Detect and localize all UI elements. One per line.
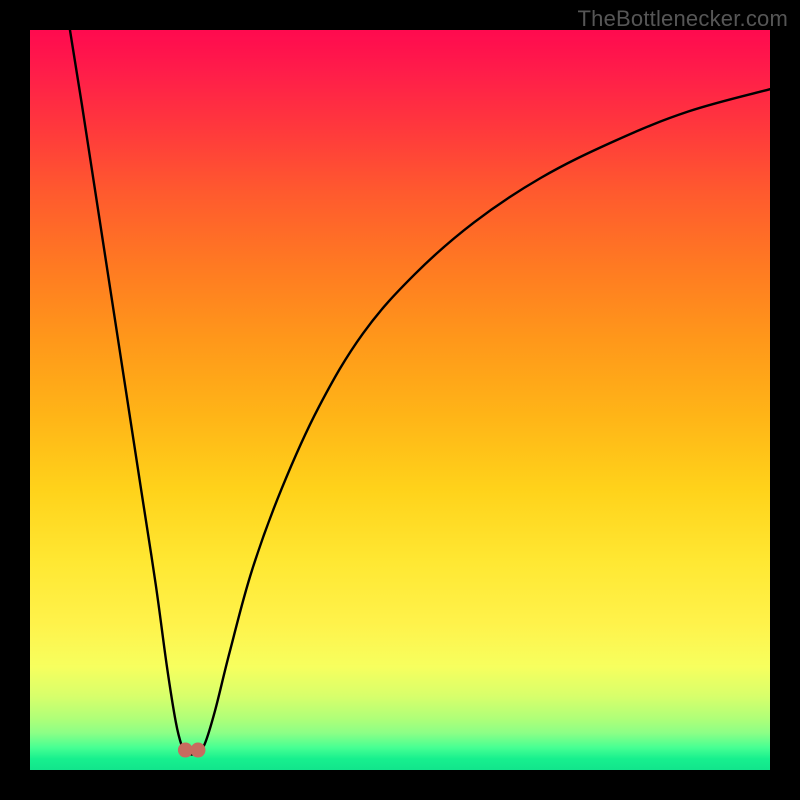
valley-node-1 [190,743,205,758]
bottleneck-curve-right [198,89,770,750]
bottleneck-curve-left [70,30,185,750]
watermark-text: TheBottlenecker.com [578,6,788,32]
plot-area [30,30,770,770]
curve-layer [30,30,770,770]
chart-frame: TheBottlenecker.com [0,0,800,800]
